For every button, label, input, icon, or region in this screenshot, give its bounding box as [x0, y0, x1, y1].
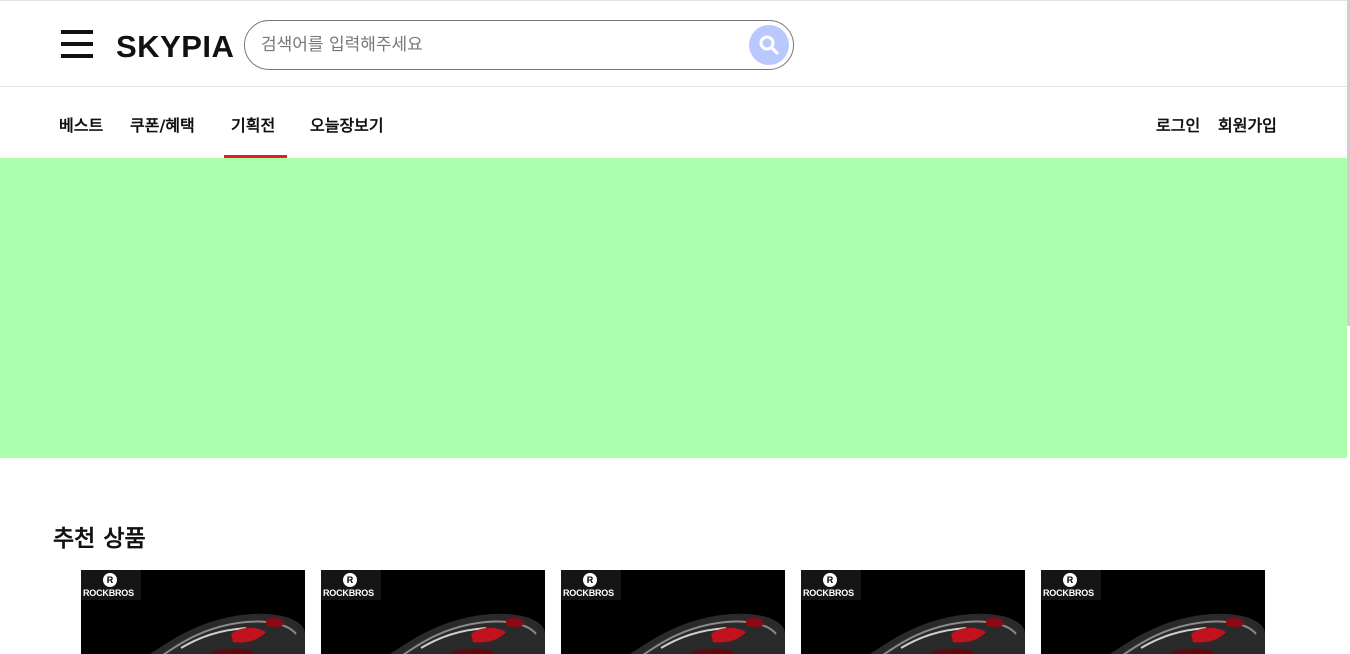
search-button[interactable] [749, 25, 789, 65]
signup-link[interactable]: 회원가입 [1218, 112, 1277, 136]
brand-name: ROCKBROS [563, 588, 614, 598]
nav-item-coupon[interactable]: 쿠폰/혜택 [130, 112, 195, 136]
brand-icon: R [583, 573, 597, 587]
brand-logo: R ROCKBROS [321, 570, 381, 600]
top-header: SKYPIA [0, 0, 1350, 87]
brand-icon: R [823, 573, 837, 587]
section-title: 추천 상품 [53, 526, 146, 552]
brand-name: ROCKBROS [83, 588, 134, 598]
brand-icon: R [343, 573, 357, 587]
main-nav: 베스트 쿠폰/혜택 기획전 오늘장보기 로그인 회원가입 [0, 87, 1350, 158]
product-card[interactable]: R ROCKBROS [801, 570, 1025, 654]
search-input[interactable] [261, 31, 731, 59]
nav-item-today-shopping[interactable]: 오늘장보기 [310, 112, 384, 136]
product-card[interactable]: R ROCKBROS [81, 570, 305, 654]
menu-icon[interactable] [61, 30, 93, 60]
product-card[interactable]: R ROCKBROS [1041, 570, 1265, 654]
product-card[interactable]: R ROCKBROS [561, 570, 785, 654]
nav-item-best[interactable]: 베스트 [59, 112, 103, 136]
brand-logo: R ROCKBROS [81, 570, 141, 600]
brand-name: ROCKBROS [1043, 588, 1094, 598]
nav-item-exhibition[interactable]: 기획전 [231, 112, 275, 136]
brand-icon: R [103, 573, 117, 587]
brand-logo: R ROCKBROS [561, 570, 621, 600]
brand-logo: R ROCKBROS [801, 570, 861, 600]
login-link[interactable]: 로그인 [1156, 112, 1200, 136]
site-logo[interactable]: SKYPIA [116, 29, 234, 65]
brand-logo: R ROCKBROS [1041, 570, 1101, 600]
product-card[interactable]: R ROCKBROS [321, 570, 545, 654]
search-icon [759, 35, 779, 55]
search-bar [244, 20, 794, 70]
brand-icon: R [1063, 573, 1077, 587]
main-banner[interactable] [0, 158, 1347, 458]
brand-name: ROCKBROS [803, 588, 854, 598]
brand-name: ROCKBROS [323, 588, 374, 598]
